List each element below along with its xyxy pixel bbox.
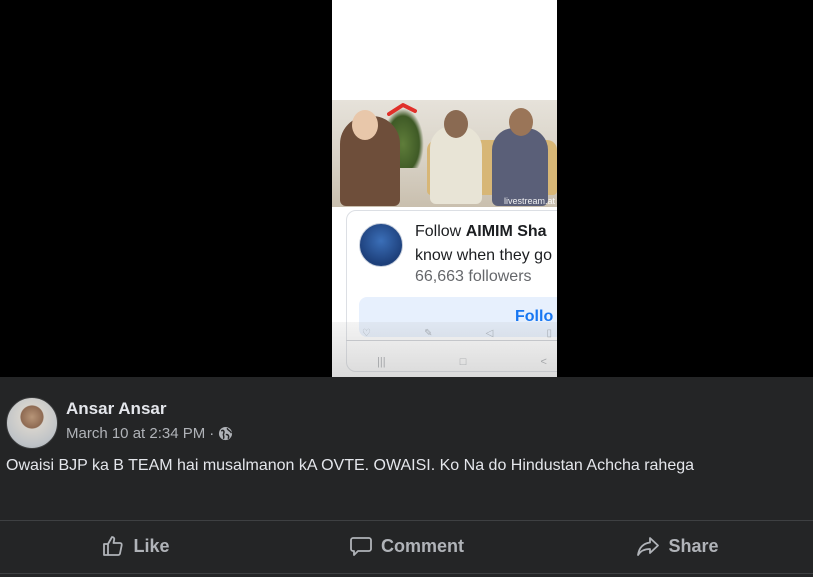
- media-faint-actions: ♡ ✎ ◁ ▯: [362, 328, 552, 339]
- post-panel: Ansar Ansar March 10 at 2:34 PM · Owaisi…: [0, 377, 813, 577]
- comment-button[interactable]: Comment: [271, 521, 542, 571]
- faint-menu-icon: |||: [377, 356, 386, 368]
- post-message: Owaisi BJP ka B TEAM hai musalmanon kA O…: [6, 457, 695, 474]
- author-name[interactable]: Ansar Ansar: [66, 399, 166, 419]
- share-icon: [637, 537, 660, 556]
- person-shape: [492, 128, 548, 206]
- person-head-shape: [444, 110, 468, 138]
- person-head-shape: [509, 108, 533, 136]
- post-actions: Like Comment Share: [0, 521, 813, 571]
- thumbs-up-icon: [103, 536, 124, 556]
- media-watermark: livestream.at: [503, 196, 555, 206]
- post-timestamp[interactable]: March 10 at 2:34 PM: [66, 425, 205, 442]
- follow-card-text: Follow AIMIM Sha know when they go: [415, 220, 552, 268]
- faint-share-icon: ◁: [485, 328, 494, 339]
- media-faint-nav: ||| □ <: [377, 356, 547, 368]
- divider: [0, 573, 813, 574]
- globe-icon[interactable]: [218, 426, 233, 441]
- avatar[interactable]: [6, 397, 58, 449]
- like-label: Like: [133, 535, 170, 556]
- media-divider: [346, 340, 557, 341]
- follow-card-line2: know when they go: [415, 247, 552, 264]
- comment-label: Comment: [380, 535, 464, 556]
- meta-separator: ·: [209, 425, 215, 442]
- faint-edit-icon: ✎: [424, 328, 433, 339]
- post-meta: March 10 at 2:34 PM ·: [66, 425, 233, 442]
- page: livestream.at Follow AIMIM Sha know when…: [0, 0, 813, 577]
- like-button[interactable]: Like: [0, 521, 271, 571]
- faint-delete-icon: ▯: [546, 328, 552, 339]
- share-button[interactable]: Share: [542, 521, 813, 571]
- red-arrow-icon: [387, 103, 417, 116]
- follow-page-name: AIMIM Sha: [465, 223, 547, 240]
- person-head-shape: [352, 110, 378, 140]
- faint-heart-icon: ♡: [362, 328, 371, 339]
- faint-home-icon: □: [459, 356, 467, 368]
- share-label: Share: [668, 535, 719, 556]
- follow-prefix: Follow: [415, 223, 462, 240]
- faint-back-icon: <: [540, 356, 547, 368]
- follower-count: 66,663 followers: [415, 268, 532, 285]
- post-media-image[interactable]: livestream.at Follow AIMIM Sha know when…: [332, 0, 557, 377]
- media-photo: livestream.at: [332, 100, 557, 207]
- page-avatar: [359, 223, 403, 267]
- comment-icon: [350, 537, 372, 556]
